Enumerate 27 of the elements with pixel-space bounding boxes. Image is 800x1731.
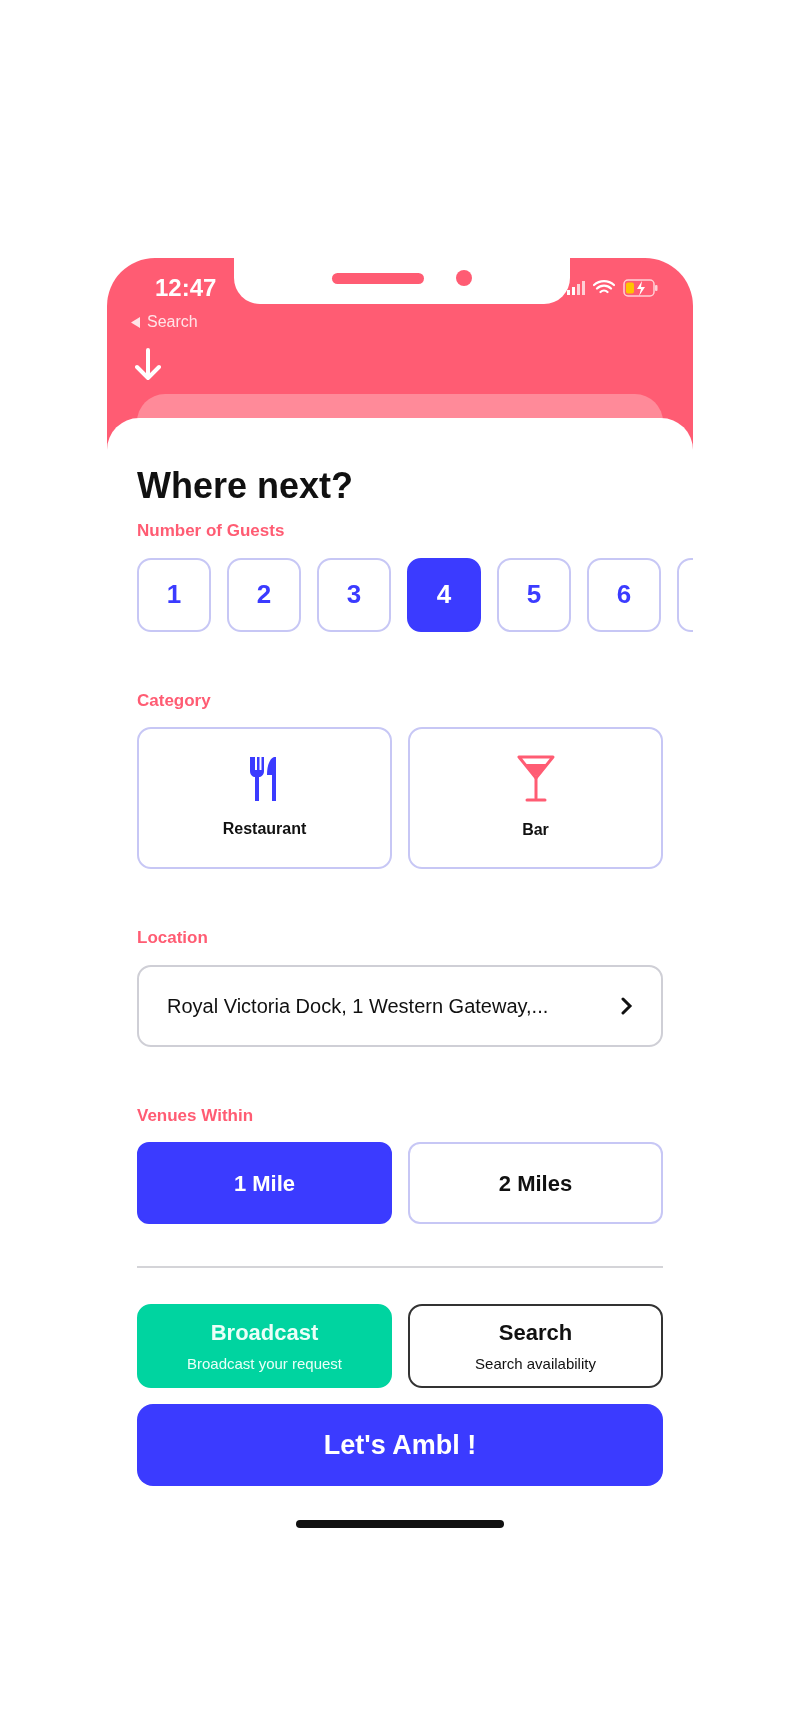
- guest-option[interactable]: 1: [137, 557, 211, 632]
- guest-option[interactable]: 5: [497, 557, 571, 632]
- battery-charging-icon: [623, 279, 659, 297]
- section-label: Category: [137, 689, 212, 712]
- wifi-icon: [593, 280, 615, 296]
- chevron-right-icon: [621, 996, 633, 1015]
- section-label: Venues Within: [137, 1104, 255, 1127]
- page-title: Where next?: [137, 468, 355, 504]
- guest-option[interactable]: 2: [227, 557, 301, 632]
- category-card[interactable]: Bar: [408, 727, 663, 869]
- category-card[interactable]: Restaurant: [137, 727, 392, 869]
- distance-option[interactable]: 1 Mile: [137, 1142, 392, 1224]
- lets-ambl-button[interactable]: Let's Ambl !: [137, 1404, 663, 1486]
- section-label: Location: [137, 927, 209, 949]
- section-label: Number of Guests: [137, 520, 286, 542]
- cocktail-glass-icon: [516, 754, 555, 804]
- camera-icon: [456, 270, 472, 286]
- distance-option[interactable]: 2 Miles: [408, 1142, 663, 1224]
- speaker-icon: [332, 272, 424, 284]
- down-arrow-icon[interactable]: [135, 348, 161, 382]
- status-time: 12:47: [154, 273, 217, 303]
- location-field[interactable]: Royal Victoria Dock, 1 Western Gateway,...: [137, 964, 663, 1047]
- mode-card[interactable]: Search Search availability: [408, 1304, 663, 1388]
- guest-option[interactable]: 6: [587, 557, 661, 632]
- back-arrow-icon[interactable]: [131, 316, 141, 328]
- guest-option[interactable]: 4: [407, 557, 481, 632]
- guest-option[interactable]: 3: [317, 557, 391, 632]
